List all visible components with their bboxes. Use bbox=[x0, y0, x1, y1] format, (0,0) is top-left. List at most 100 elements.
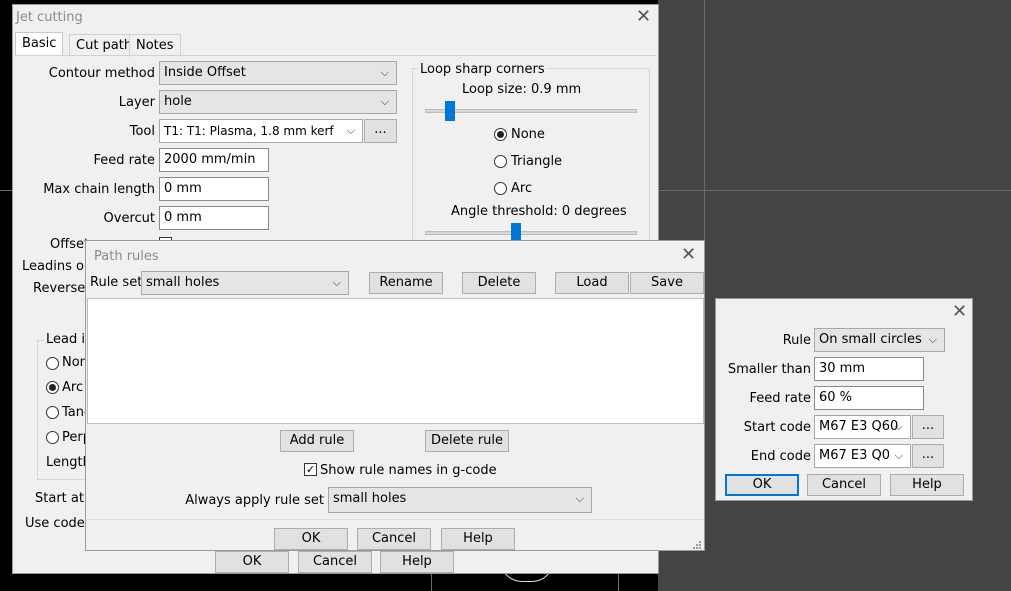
loop-arc-label: Arc bbox=[511, 181, 533, 196]
max-chain-length-label: Max chain length bbox=[43, 182, 155, 197]
save-button[interactable]: Save bbox=[630, 272, 704, 294]
loop-size-slider-thumb[interactable] bbox=[445, 101, 455, 121]
path-rules-ok-button[interactable]: OK bbox=[274, 528, 348, 550]
rename-button[interactable]: Rename bbox=[369, 272, 443, 294]
start-code-more-button[interactable]: ... bbox=[912, 415, 944, 439]
rules-list[interactable] bbox=[87, 298, 704, 424]
chevron-down-icon: ⌵ bbox=[332, 276, 341, 289]
rule-feed-rate-input[interactable]: 60 % bbox=[814, 386, 924, 410]
max-chain-length-input[interactable]: 0 mm bbox=[159, 177, 269, 201]
loop-none-label: None bbox=[511, 127, 545, 142]
offset-label: Offset bbox=[50, 237, 90, 252]
layer-value: hole bbox=[164, 94, 192, 109]
feed-rate-input[interactable]: 2000 mm/min bbox=[159, 148, 269, 172]
end-code-value: M67 E3 Q0 bbox=[819, 448, 891, 463]
path-rules-window: Path rules ✕ Rule set small holes ⌵ Renam… bbox=[85, 240, 705, 551]
desktop-background bbox=[658, 0, 1011, 591]
lead-arc-radio[interactable] bbox=[46, 381, 59, 394]
rule-select[interactable]: On small circles ⌵ bbox=[814, 328, 945, 352]
rule-ok-button[interactable]: OK bbox=[725, 474, 799, 496]
leadins-label: Leadins on bbox=[22, 259, 93, 274]
rule-set-select[interactable]: small holes ⌵ bbox=[141, 271, 349, 295]
chevron-down-icon: ⌵ bbox=[575, 492, 584, 505]
delete-rule-set-button[interactable]: Delete bbox=[462, 272, 536, 294]
jet-window-title: Jet cutting bbox=[16, 10, 83, 25]
close-icon[interactable]: ✕ bbox=[636, 8, 651, 26]
lead-perp-radio[interactable] bbox=[46, 431, 59, 444]
overcut-label: Overcut bbox=[103, 211, 155, 226]
end-code-select[interactable]: M67 E3 Q0 ⌵ bbox=[814, 444, 911, 468]
loop-group-title: Loop sharp corners bbox=[418, 62, 547, 77]
tab-divider bbox=[15, 55, 656, 56]
rule-set-value: small holes bbox=[146, 275, 220, 290]
end-code-label: End code bbox=[750, 449, 811, 464]
tab-basic[interactable]: Basic bbox=[15, 32, 64, 55]
loop-triangle-radio[interactable] bbox=[494, 155, 507, 168]
lead-none-radio[interactable] bbox=[46, 357, 59, 370]
contour-method-select[interactable]: Inside Offset ⌵ bbox=[159, 61, 397, 85]
add-rule-button[interactable]: Add rule bbox=[280, 430, 354, 452]
chevron-down-icon: ⌵ bbox=[380, 66, 389, 79]
rule-set-label: Rule set bbox=[90, 275, 143, 290]
rule-cancel-button[interactable]: Cancel bbox=[807, 474, 881, 496]
chevron-down-icon: ⌵ bbox=[346, 124, 355, 137]
tool-more-button[interactable]: ... bbox=[364, 119, 397, 143]
rule-label: Rule bbox=[782, 333, 811, 348]
path-rules-help-button[interactable]: Help bbox=[441, 528, 515, 550]
feed-rate-label: Feed rate bbox=[93, 153, 155, 168]
smaller-than-input[interactable]: 30 mm bbox=[814, 357, 924, 381]
delete-rule-button[interactable]: Delete rule bbox=[425, 430, 509, 452]
always-apply-value: small holes bbox=[333, 491, 407, 506]
tool-label: Tool bbox=[129, 124, 155, 139]
always-apply-select[interactable]: small holes ⌵ bbox=[328, 487, 592, 513]
show-rule-names-checkbox[interactable]: ✓ bbox=[304, 463, 317, 476]
chevron-down-icon: ⌵ bbox=[894, 449, 903, 462]
jet-help-button[interactable]: Help bbox=[380, 551, 454, 573]
start-code-label: Start code bbox=[743, 420, 811, 435]
contour-method-label: Contour method bbox=[48, 66, 155, 81]
end-code-more-button[interactable]: ... bbox=[912, 444, 944, 468]
close-icon[interactable]: ✕ bbox=[952, 303, 967, 321]
close-icon[interactable]: ✕ bbox=[681, 246, 696, 264]
loop-triangle-label: Triangle bbox=[511, 154, 563, 169]
loop-none-radio[interactable] bbox=[494, 128, 507, 141]
rule-value: On small circles bbox=[819, 332, 922, 347]
always-apply-label: Always apply rule set bbox=[185, 493, 324, 508]
layer-select[interactable]: hole ⌵ bbox=[159, 90, 397, 114]
smaller-than-label: Smaller than bbox=[727, 362, 811, 377]
path-rules-title: Path rules bbox=[94, 249, 159, 264]
canvas-line bbox=[658, 190, 1011, 191]
rule-editor-window: ✕ Rule On small circles ⌵ Smaller than 30… bbox=[715, 298, 973, 501]
tab-notes[interactable]: Notes bbox=[129, 34, 181, 57]
canvas-line bbox=[0, 190, 12, 191]
loop-arc-radio[interactable] bbox=[494, 182, 507, 195]
lead-arc-label: Arc bbox=[62, 380, 84, 395]
overcut-input[interactable]: 0 mm bbox=[159, 206, 269, 230]
chevron-down-icon: ⌵ bbox=[380, 95, 389, 108]
contour-method-value: Inside Offset bbox=[164, 65, 246, 80]
show-rule-names-label: Show rule names in g-code bbox=[320, 463, 497, 478]
layer-label: Layer bbox=[118, 95, 155, 110]
canvas-line bbox=[704, 0, 705, 240]
canvas-line bbox=[618, 572, 619, 591]
chevron-down-icon: ⌵ bbox=[928, 333, 937, 346]
tool-select[interactable]: T1: T1: Plasma, 1.8 mm kerf ⌵ bbox=[159, 119, 363, 143]
rule-help-button[interactable]: Help bbox=[890, 474, 964, 496]
resize-grip-icon[interactable] bbox=[692, 539, 702, 549]
jet-cancel-button[interactable]: Cancel bbox=[298, 551, 372, 573]
start-code-value: M67 E3 Q60 bbox=[819, 419, 899, 434]
loop-size-slider-track bbox=[425, 109, 637, 113]
start-code-select[interactable]: M67 E3 Q60 ⌵ bbox=[814, 415, 911, 439]
footer-divider bbox=[86, 519, 704, 520]
angle-threshold-slider-track bbox=[425, 231, 637, 235]
canvas-line bbox=[431, 572, 432, 591]
load-button[interactable]: Load bbox=[555, 272, 629, 294]
chevron-down-icon: ⌵ bbox=[894, 420, 903, 433]
angle-threshold-label: Angle threshold: 0 degrees bbox=[451, 204, 627, 219]
tool-value: T1: T1: Plasma, 1.8 mm kerf bbox=[164, 124, 334, 138]
lead-tang-radio[interactable] bbox=[46, 406, 59, 419]
loop-size-label: Loop size: 0.9 mm bbox=[462, 82, 582, 97]
path-rules-cancel-button[interactable]: Cancel bbox=[357, 528, 431, 550]
jet-ok-button[interactable]: OK bbox=[215, 551, 289, 573]
rule-feed-rate-label: Feed rate bbox=[749, 391, 811, 406]
